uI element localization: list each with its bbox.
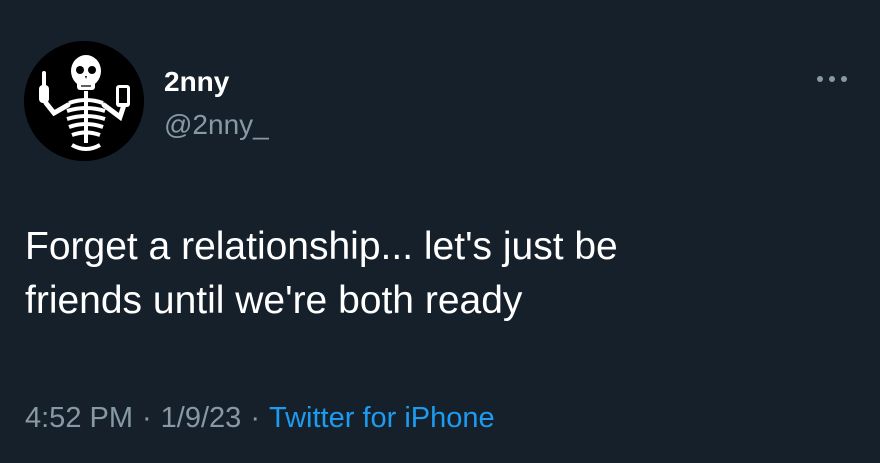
user-handle[interactable]: @2nny_ [164,109,269,141]
tweet-time[interactable]: 4:52 PM [25,402,133,434]
meta-separator: · [250,402,260,434]
more-options-button[interactable] [812,67,852,91]
more-options-icon [817,76,847,82]
tweet-card: 2nny @2nny_ Forget a relationship... let… [0,0,880,463]
tweet-text: Forget a relationship... let's just be f… [25,225,618,322]
skeleton-avatar-icon [24,41,144,161]
display-name[interactable]: 2nny [164,66,229,98]
meta-separator: · [142,402,152,434]
tweet-date[interactable]: 1/9/23 [161,402,242,434]
tweet-metadata: 4:52 PM · 1/9/23 · Twitter for iPhone [25,401,495,435]
tweet-source-link[interactable]: Twitter for iPhone [269,402,495,434]
avatar[interactable] [24,41,144,161]
